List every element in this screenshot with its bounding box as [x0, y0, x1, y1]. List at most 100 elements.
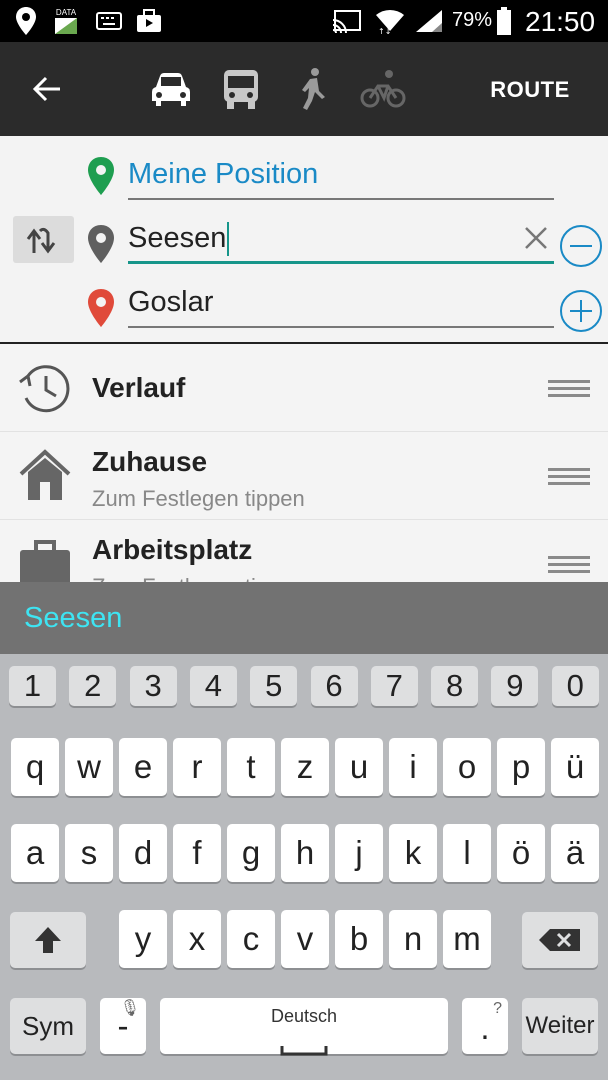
letter-key[interactable]: l — [443, 824, 491, 882]
clear-text-icon[interactable] — [522, 224, 550, 252]
list-item-title: Verlauf — [92, 372, 186, 403]
spacebar-icon — [280, 1046, 328, 1056]
keyboard-suggestion-bar: Seesen — [0, 582, 608, 654]
letter-key[interactable]: s — [65, 824, 113, 882]
letter-key[interactable]: x — [173, 910, 221, 968]
number-key[interactable]: 5 — [250, 666, 298, 706]
history-clock-icon — [19, 365, 70, 413]
mode-walk-button[interactable] — [288, 64, 338, 114]
letter-key[interactable]: ä — [551, 824, 599, 882]
number-key[interactable]: 8 — [431, 666, 479, 706]
dash-key[interactable]: 🎙 - — [100, 998, 146, 1054]
letter-key[interactable]: c — [227, 910, 275, 968]
car-icon — [152, 73, 190, 106]
origin-pin-icon — [88, 157, 114, 195]
list-item-title: Arbeitsplatz — [92, 534, 253, 565]
status-bar: DATA ↑↓ 79% 21:50 — [0, 0, 608, 42]
letter-key[interactable]: n — [389, 910, 437, 968]
destination-pin-icon — [88, 289, 114, 327]
number-key[interactable]: 1 — [9, 666, 56, 706]
list-item-title: Zuhause — [92, 446, 208, 477]
shift-key[interactable] — [10, 912, 86, 968]
letter-key[interactable]: u — [335, 738, 383, 796]
next-key[interactable]: Weiter — [522, 998, 598, 1054]
period-key-hint: ? — [493, 1000, 502, 1017]
swap-route-button[interactable] — [13, 216, 74, 263]
swap-arrows-icon — [26, 227, 55, 253]
number-key[interactable]: 9 — [491, 666, 539, 706]
letter-key[interactable]: t — [227, 738, 275, 796]
letter-key[interactable]: p — [497, 738, 545, 796]
list-item-home[interactable]: Zuhause Zum Festlegen tippen — [0, 432, 608, 520]
number-key[interactable]: 0 — [551, 666, 599, 706]
mode-bicycle-button[interactable] — [358, 64, 408, 114]
waypoint-input[interactable]: Seesen — [128, 218, 554, 264]
letter-key[interactable]: h — [281, 824, 329, 882]
letter-key[interactable]: r — [173, 738, 221, 796]
number-key[interactable]: 4 — [189, 666, 237, 706]
keyboard: 1234567890 qwertzuiopü asdfghjklöä yxcvb… — [0, 654, 608, 1080]
letter-key[interactable]: a — [11, 824, 59, 882]
clock: 21:50 — [525, 6, 596, 37]
letter-key[interactable]: ü — [551, 738, 599, 796]
letter-key[interactable]: j — [335, 824, 383, 882]
mode-car-button[interactable] — [146, 64, 196, 114]
letter-key[interactable]: e — [119, 738, 167, 796]
origin-text: Meine Position — [128, 158, 319, 190]
letter-key[interactable]: i — [389, 738, 437, 796]
letter-key[interactable]: f — [173, 824, 221, 882]
list-item-subtitle: Zum Festlegen tippen — [92, 486, 305, 511]
list-item-work[interactable]: Arbeitsplatz Zum Festlegen tippen — [0, 520, 608, 582]
route-input-panel: Meine Position Seesen Goslar — [0, 136, 608, 344]
saved-places-list: Verlauf Zuhause Zum Festlegen tippen Arb… — [0, 344, 608, 582]
waypoint-pin-icon — [88, 225, 114, 263]
drag-handle-icon[interactable] — [548, 380, 590, 398]
letter-key[interactable]: q — [11, 738, 59, 796]
drag-handle-icon[interactable] — [548, 556, 590, 574]
briefcase-icon — [20, 540, 70, 582]
list-item-history[interactable]: Verlauf — [0, 344, 608, 432]
symbols-key[interactable]: Sym — [10, 998, 86, 1054]
letter-key[interactable]: g — [227, 824, 275, 882]
bicycle-icon — [360, 70, 406, 108]
signal-icon — [414, 0, 444, 42]
letter-key[interactable]: ö — [497, 824, 545, 882]
letter-key[interactable]: d — [119, 824, 167, 882]
route-app-bar: ROUTE — [0, 42, 608, 136]
remove-waypoint-button[interactable] — [560, 225, 602, 267]
drag-handle-icon[interactable] — [548, 468, 590, 486]
list-item-subtitle: Zum Festlegen tippen — [92, 574, 305, 582]
text-cursor — [227, 222, 230, 257]
location-icon — [14, 0, 38, 42]
letter-key[interactable]: o — [443, 738, 491, 796]
microphone-hint-icon: 🎙 — [119, 1000, 140, 1017]
waypoint-text: Seesen — [128, 222, 227, 254]
add-waypoint-button[interactable] — [560, 290, 602, 332]
period-key-label: . — [480, 1009, 490, 1046]
number-key[interactable]: 7 — [370, 666, 418, 706]
number-key[interactable]: 2 — [69, 666, 117, 706]
route-button[interactable]: ROUTE — [480, 72, 580, 108]
space-key[interactable]: Deutsch — [160, 998, 448, 1056]
number-key[interactable]: 6 — [310, 666, 358, 706]
origin-field[interactable]: Meine Position — [128, 154, 554, 200]
letter-key[interactable]: m — [443, 910, 491, 968]
back-button[interactable] — [20, 64, 74, 114]
period-key[interactable]: ? . — [462, 998, 508, 1054]
letter-key[interactable]: z — [281, 738, 329, 796]
data-label: DATA — [55, 7, 77, 17]
letter-key[interactable]: b — [335, 910, 383, 968]
number-key[interactable]: 3 — [129, 666, 177, 706]
letter-key[interactable]: v — [281, 910, 329, 968]
cast-icon — [332, 0, 362, 42]
mode-bus-button[interactable] — [216, 64, 266, 114]
svg-text:↑↓: ↑↓ — [378, 27, 391, 35]
destination-field[interactable]: Goslar — [128, 282, 554, 328]
letter-key[interactable]: w — [65, 738, 113, 796]
shift-arrow-icon — [35, 927, 61, 953]
battery-percentage: 79% — [452, 9, 493, 31]
letter-key[interactable]: k — [389, 824, 437, 882]
letter-key[interactable]: y — [119, 910, 167, 968]
suggestion-word[interactable]: Seesen — [24, 602, 122, 635]
backspace-key[interactable] — [522, 912, 598, 968]
